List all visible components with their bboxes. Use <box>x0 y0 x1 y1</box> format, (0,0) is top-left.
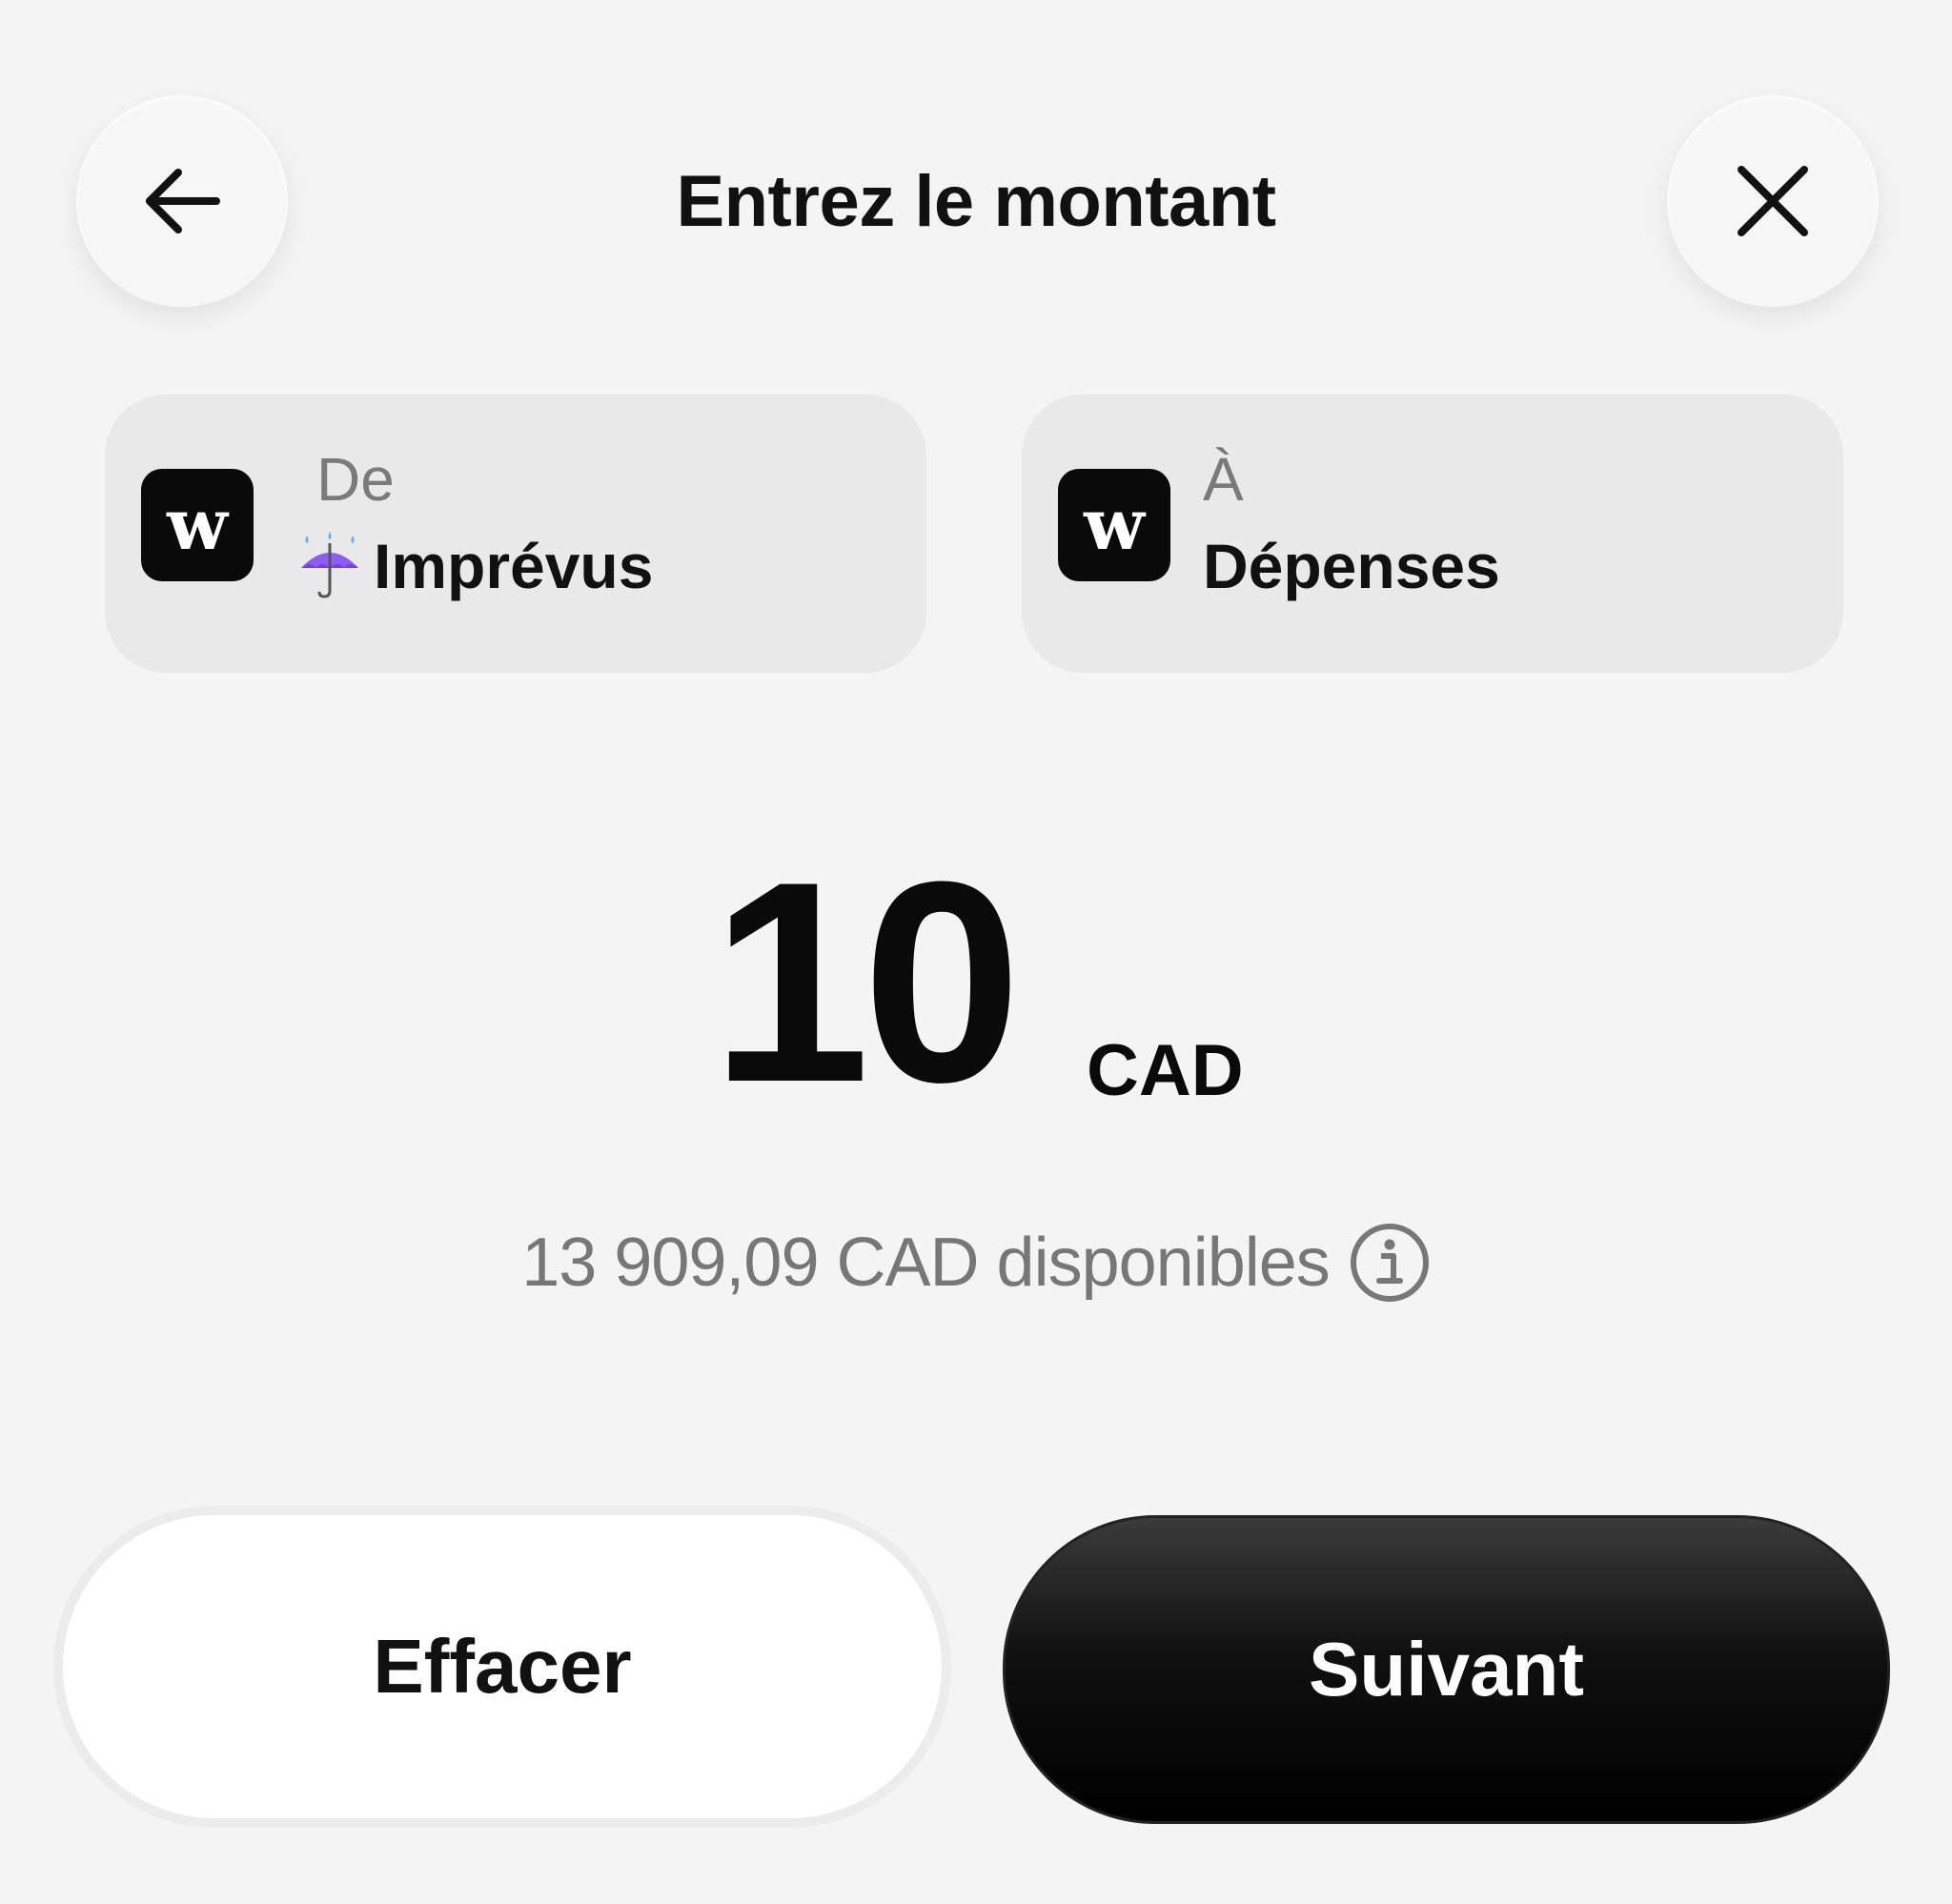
logo-letter: w <box>167 484 228 566</box>
from-account-card[interactable]: w De Imprévus <box>105 395 926 673</box>
amount-currency: CAD <box>1087 1030 1244 1111</box>
from-label: De <box>316 445 395 514</box>
amount-value: 10 <box>711 821 1022 1142</box>
available-balance-text: 13 909,09 CAD disponibles <box>521 1225 1331 1301</box>
next-button-label: Suivant <box>1309 1627 1584 1712</box>
amount-display[interactable]: 10 CAD <box>0 839 1952 1124</box>
wealthsimple-logo-icon: w <box>141 469 254 581</box>
clear-button[interactable]: Effacer <box>63 1515 942 1818</box>
close-button[interactable] <box>1667 95 1879 307</box>
from-account-name-row: Imprévus <box>295 530 653 602</box>
to-label: À <box>1203 445 1244 514</box>
close-icon <box>1738 166 1808 236</box>
to-account-card[interactable]: w À Dépenses <box>1022 395 1843 673</box>
to-account-name: Dépenses <box>1203 531 1500 601</box>
umbrella-with-rain-icon <box>301 532 358 598</box>
next-button[interactable]: Suivant <box>1003 1515 1890 1824</box>
page-title: Entrez le montant <box>676 161 1276 242</box>
wealthsimple-logo-icon: w <box>1058 469 1170 581</box>
to-account-name-row: Dépenses <box>1203 530 1500 602</box>
logo-letter: w <box>1084 484 1145 566</box>
clear-button-label: Effacer <box>373 1624 632 1709</box>
info-icon[interactable] <box>1349 1222 1431 1304</box>
available-balance: 13 909,09 CAD disponibles <box>0 1222 1952 1304</box>
from-account-name: Imprévus <box>374 531 654 601</box>
